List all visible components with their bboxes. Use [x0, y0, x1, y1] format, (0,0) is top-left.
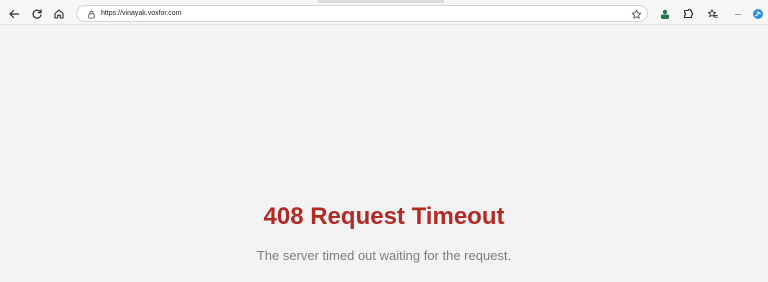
- profile-icon[interactable]: [656, 5, 673, 22]
- copilot-icon[interactable]: [749, 5, 766, 22]
- error-message: The server timed out waiting for the req…: [256, 248, 512, 263]
- extensions-icon[interactable]: [679, 5, 696, 22]
- page-content: 408 Request Timeout The server timed out…: [0, 25, 768, 282]
- address-bar[interactable]: https://vinayak.voxfor.com: [76, 5, 648, 22]
- back-arrow-icon[interactable]: [5, 5, 22, 22]
- browser-toolbar: https://vinayak.voxfor.com ···: [0, 3, 768, 25]
- lock-icon[interactable]: [86, 9, 96, 19]
- refresh-icon[interactable]: [28, 5, 45, 22]
- url-text[interactable]: https://vinayak.voxfor.com: [101, 9, 182, 19]
- more-menu-icon[interactable]: ···: [729, 5, 746, 22]
- error-title: 408 Request Timeout: [263, 203, 505, 230]
- home-icon[interactable]: [50, 5, 67, 22]
- star-icon[interactable]: [630, 8, 642, 20]
- favorites-collection-icon[interactable]: [704, 5, 721, 22]
